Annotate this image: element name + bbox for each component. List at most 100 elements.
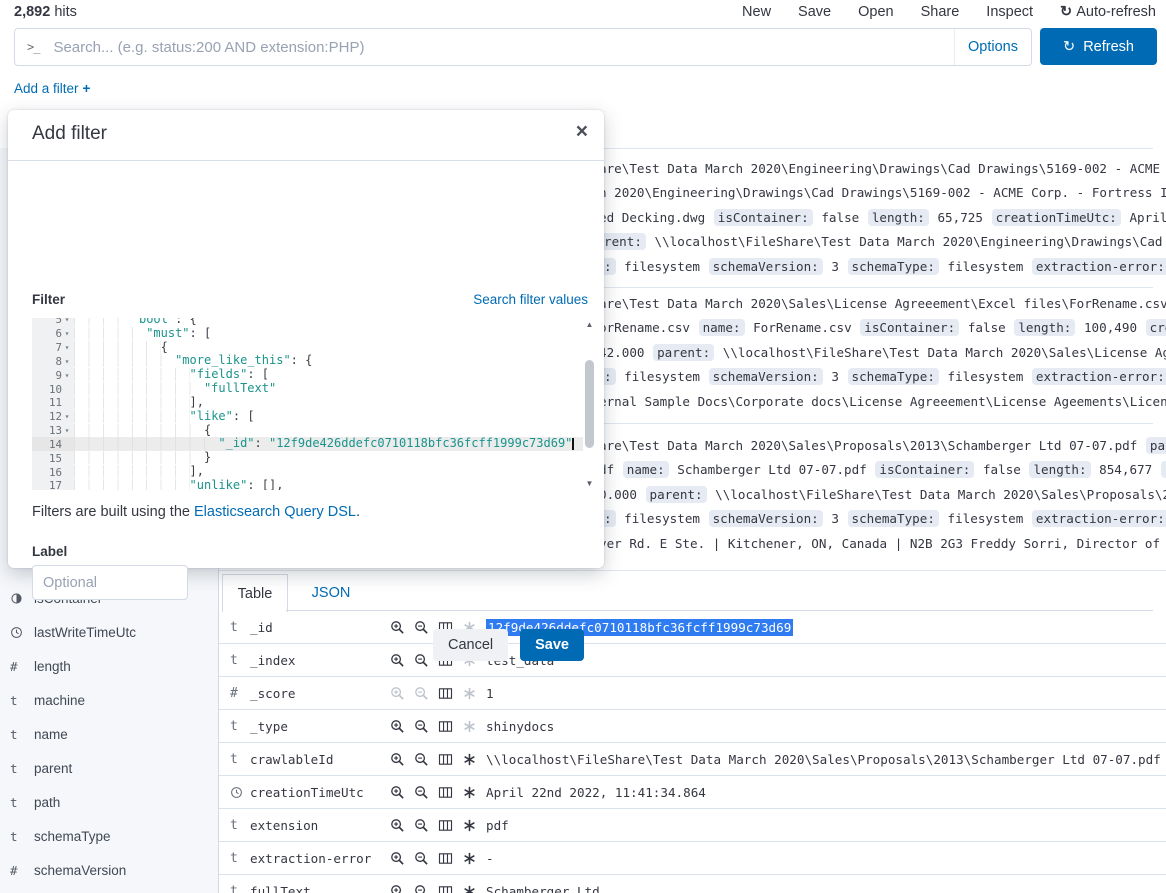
add-filter-link[interactable]: Add a filter+ — [14, 81, 90, 96]
search-options-button[interactable]: Options — [954, 29, 1031, 65]
nav-inspect[interactable]: Inspect — [986, 4, 1033, 20]
cancel-button[interactable]: Cancel — [433, 629, 508, 661]
field-name-badge: extraction-error: — [1032, 368, 1166, 385]
sidebar-field-schemaVersion[interactable]: #schemaVersion — [0, 859, 218, 881]
sidebar-field-name[interactable]: tname — [0, 723, 218, 745]
detail-field-name: fullText — [250, 884, 384, 893]
nav-save[interactable]: Save — [798, 4, 831, 20]
indent-guides — [74, 479, 190, 490]
scrollbar-thumb[interactable] — [585, 360, 594, 448]
magnify-plus-icon[interactable] — [390, 686, 405, 701]
asterisk-icon[interactable] — [462, 851, 477, 866]
field-value-text: false — [814, 210, 867, 225]
magnify-minus-icon[interactable] — [414, 719, 429, 734]
editor-code-line: "like": [ — [74, 410, 583, 424]
sidebar-field-machine[interactable]: tmachine — [0, 689, 218, 711]
magnify-minus-icon[interactable] — [414, 818, 429, 833]
magnify-plus-icon[interactable] — [390, 719, 405, 734]
table-columns-icon[interactable] — [438, 818, 453, 833]
editor-line-number: 14 — [32, 437, 74, 451]
table-columns-icon[interactable] — [438, 719, 453, 734]
detail-field-name: _type — [250, 719, 384, 734]
scroll-down-icon[interactable]: ▼ — [583, 479, 596, 488]
field-name-badge: rent: — [600, 233, 646, 250]
field-value-text: h 2020\Engineering\Drawings\Cad Drawings… — [599, 185, 1166, 200]
nav-auto-refresh[interactable]: ↻Auto-refresh — [1060, 4, 1156, 20]
editor-code-area[interactable]: "bool": {"must": [{"more_like_this": {"f… — [74, 318, 583, 490]
fold-toggle-icon[interactable]: ▾ — [62, 426, 72, 435]
detail-field-name: _score — [250, 686, 384, 701]
tab-table[interactable]: Table — [222, 574, 288, 612]
query-dsl-editor[interactable]: 5▾6▾7▾8▾9▾101112▾13▾14151617 "bool": {"m… — [32, 318, 596, 490]
asterisk-icon[interactable] — [462, 719, 477, 734]
magnify-plus-icon[interactable] — [390, 653, 405, 668]
fold-toggle-icon[interactable]: ▾ — [62, 412, 72, 421]
search-input[interactable]: >_ Search... (e.g. status:200 AND extens… — [14, 28, 1032, 66]
fold-toggle-icon[interactable]: ▾ — [62, 343, 72, 352]
save-button[interactable]: Save — [520, 629, 584, 661]
field-name-badge: creationTimeU — [1146, 319, 1166, 336]
magnify-plus-icon[interactable] — [390, 884, 405, 893]
field-value-text: filesystem — [940, 511, 1031, 526]
hits-count: 2,892 hits — [14, 4, 77, 20]
nav-new[interactable]: New — [742, 4, 771, 20]
doc-detail-row: t_indextest_data — [219, 644, 1166, 677]
asterisk-icon[interactable] — [462, 686, 477, 701]
close-icon[interactable]: × — [576, 120, 588, 144]
doc-detail-row: #_score1 — [219, 677, 1166, 710]
magnify-plus-icon[interactable] — [390, 752, 405, 767]
magnify-minus-icon[interactable] — [414, 653, 429, 668]
sidebar-field-length[interactable]: #length — [0, 655, 218, 677]
field-name-badge: name: — [623, 461, 669, 478]
table-columns-icon[interactable] — [438, 686, 453, 701]
doc-detail-row: tfullTextSchamberger Ltd — [219, 875, 1166, 893]
auto-refresh-icon: ↻ — [1060, 4, 1072, 20]
magnify-minus-icon[interactable] — [414, 851, 429, 866]
magnify-plus-icon[interactable] — [390, 620, 405, 635]
text-field-icon: t — [230, 752, 246, 767]
table-columns-icon[interactable] — [438, 884, 453, 893]
field-value-text: 0.000 — [599, 487, 645, 502]
magnify-minus-icon[interactable] — [414, 620, 429, 635]
editor-scrollbar[interactable]: ▲ ▼ — [583, 318, 596, 490]
table-columns-icon[interactable] — [438, 785, 453, 800]
field-value-text: are\Test Data March 2020\Sales\License A… — [599, 296, 1166, 311]
editor-line-number: 17 — [32, 479, 74, 490]
nav-open[interactable]: Open — [858, 4, 893, 20]
nav-share[interactable]: Share — [921, 4, 960, 20]
top-bar: 2,892 hits New Save Open Share Inspect ↻… — [0, 0, 1166, 26]
asterisk-icon[interactable] — [462, 818, 477, 833]
magnify-minus-icon[interactable] — [414, 752, 429, 767]
magnify-minus-icon[interactable] — [414, 686, 429, 701]
fold-toggle-icon[interactable]: ▾ — [62, 357, 72, 366]
asterisk-icon[interactable] — [462, 884, 477, 893]
text-field-icon: t — [230, 818, 246, 833]
indent-guides — [74, 437, 218, 450]
magnify-plus-icon[interactable] — [390, 851, 405, 866]
sidebar-field-schemaType[interactable]: tschemaType — [0, 825, 218, 847]
tab-json[interactable]: JSON — [305, 574, 357, 611]
document-summary-line: h 2020\Engineering\Drawings\Cad Drawings… — [599, 181, 1166, 205]
sidebar-field-lastWriteTimeUtc[interactable]: lastWriteTimeUtc — [0, 621, 218, 643]
refresh-button[interactable]: ↻ Refresh — [1040, 28, 1157, 65]
row-actions — [390, 851, 477, 866]
discover-page: 2,892 hits New Save Open Share Inspect ↻… — [0, 0, 1166, 893]
search-filter-values-link[interactable]: Search filter values — [473, 292, 588, 307]
magnify-plus-icon[interactable] — [390, 818, 405, 833]
scroll-up-icon[interactable]: ▲ — [583, 320, 596, 329]
magnify-minus-icon[interactable] — [414, 785, 429, 800]
fold-toggle-icon[interactable]: ▾ — [62, 318, 72, 324]
elasticsearch-query-dsl-link[interactable]: Elasticsearch Query DSL — [194, 504, 356, 520]
field-name-badge: parent: — [646, 486, 707, 503]
magnify-minus-icon[interactable] — [414, 884, 429, 893]
asterisk-icon[interactable] — [462, 752, 477, 767]
sidebar-field-path[interactable]: tpath — [0, 791, 218, 813]
magnify-plus-icon[interactable] — [390, 785, 405, 800]
filter-label-input[interactable] — [32, 565, 188, 600]
asterisk-icon[interactable] — [462, 785, 477, 800]
fold-toggle-icon[interactable]: ▾ — [62, 371, 72, 380]
table-columns-icon[interactable] — [438, 851, 453, 866]
sidebar-field-parent[interactable]: tparent — [0, 757, 218, 779]
table-columns-icon[interactable] — [438, 752, 453, 767]
fold-toggle-icon[interactable]: ▾ — [62, 329, 72, 338]
